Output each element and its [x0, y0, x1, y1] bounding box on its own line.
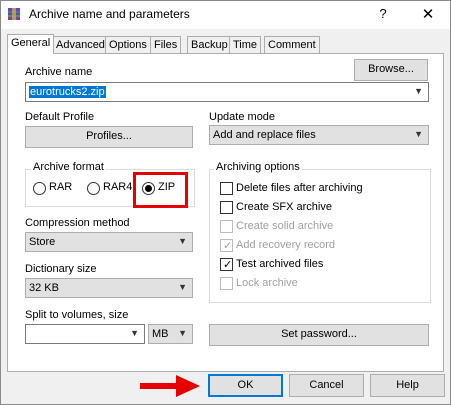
browse-button[interactable]: Browse... — [354, 59, 428, 81]
split-unit-value: MB — [152, 328, 169, 340]
dictionary-size-label: Dictionary size — [25, 263, 97, 275]
radio-rar[interactable]: RAR — [33, 180, 73, 196]
update-mode-select[interactable]: Add and replace files ▼ — [209, 125, 429, 145]
close-button[interactable]: ✕ — [420, 5, 436, 23]
checkbox-delete-files[interactable]: Delete files after archiving — [220, 181, 370, 197]
set-password-label: Set password... — [281, 328, 357, 340]
profiles-button-label: Profiles... — [86, 130, 132, 142]
check-mark-icon: ✓ — [223, 240, 233, 252]
archive-format-label: Archive format — [31, 161, 106, 173]
checkbox-create-sfx[interactable]: Create SFX archive — [220, 200, 340, 216]
dictionary-size-value: 32 KB — [29, 282, 59, 294]
help-button-label: Help — [396, 379, 419, 391]
archive-name-value: eurotrucks2.zip — [29, 86, 106, 98]
set-password-button[interactable]: Set password... — [209, 324, 429, 346]
tab-general[interactable]: General — [7, 34, 55, 54]
tab-backup[interactable]: Backup — [187, 36, 232, 53]
cancel-button[interactable]: Cancel — [289, 374, 364, 397]
compression-method-value: Store — [29, 236, 56, 248]
chevron-down-icon: ▼ — [178, 282, 187, 292]
archiving-options-label: Archiving options — [214, 161, 302, 173]
tab-advanced[interactable]: Advanced — [52, 36, 109, 53]
check-mark-icon: ✓ — [223, 259, 233, 271]
tab-files[interactable]: Files — [150, 36, 182, 53]
browse-button-label: Browse... — [368, 63, 414, 75]
update-mode-value: Add and replace files — [213, 129, 316, 141]
chevron-down-icon[interactable]: ▼ — [414, 86, 423, 96]
compression-method-select[interactable]: Store ▼ — [25, 232, 193, 252]
tab-time[interactable]: Time — [229, 36, 262, 53]
checkbox-recovery-record[interactable]: ✓ Add recovery record — [220, 238, 340, 254]
tab-comment[interactable]: Comment — [264, 36, 320, 53]
archive-name-input[interactable]: eurotrucks2.zip ▼ — [25, 82, 429, 102]
split-volumes-label: Split to volumes, size — [25, 309, 129, 321]
default-profile-label: Default Profile — [25, 111, 95, 123]
split-volumes-input[interactable]: ▼ — [25, 324, 145, 344]
chevron-down-icon[interactable]: ▼ — [130, 328, 139, 338]
title-bar: Archive name and parameters ? ✕ — [1, 1, 450, 29]
chevron-down-icon: ▼ — [414, 129, 423, 139]
archive-dialog: Archive name and parameters ? ✕ General … — [0, 0, 451, 405]
winrar-icon — [8, 8, 20, 20]
ok-button-label: OK — [237, 379, 254, 391]
split-unit-select[interactable]: MB ▼ — [148, 324, 193, 344]
chevron-down-icon: ▼ — [178, 236, 187, 246]
checkbox-create-solid[interactable]: Create solid archive — [220, 219, 340, 235]
tab-options[interactable]: Options — [105, 36, 151, 53]
radio-rar-label: RAR — [49, 181, 73, 193]
help-button[interactable]: Help — [370, 374, 445, 397]
dictionary-size-select[interactable]: 32 KB ▼ — [25, 278, 193, 298]
help-title-button[interactable]: ? — [375, 6, 391, 21]
checkbox-test-archived[interactable]: ✓ Test archived files — [220, 257, 340, 273]
cancel-button-label: Cancel — [309, 379, 344, 391]
ok-button[interactable]: OK — [208, 374, 283, 397]
archive-name-label: Archive name — [25, 66, 93, 78]
radio-rar4-label: RAR4 — [103, 181, 133, 193]
profiles-button[interactable]: Profiles... — [25, 126, 193, 148]
zip-highlight-box — [133, 172, 188, 208]
window-title: Archive name and parameters — [29, 7, 190, 21]
chevron-down-icon: ▼ — [178, 328, 187, 338]
radio-rar4[interactable]: RAR4 — [87, 180, 133, 196]
update-mode-label: Update mode — [209, 111, 276, 123]
checkbox-lock-archive[interactable]: Lock archive — [220, 276, 320, 292]
red-arrow-icon — [140, 375, 200, 397]
compression-method-label: Compression method — [25, 217, 130, 229]
